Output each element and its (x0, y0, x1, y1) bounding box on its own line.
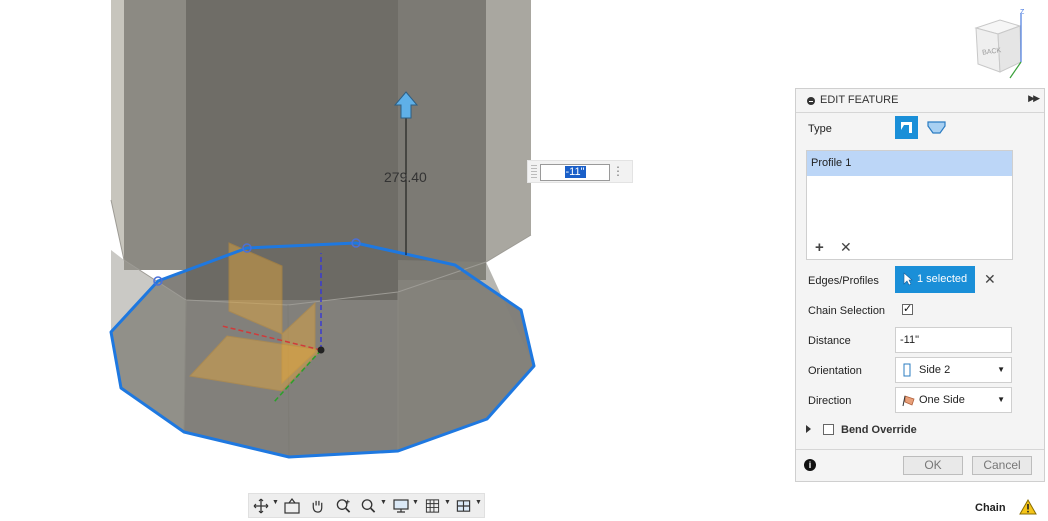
column-face-left (111, 0, 124, 260)
viewports-icon[interactable] (455, 498, 472, 514)
direction-select[interactable]: One Side ▼ (895, 387, 1012, 413)
list-item-profile[interactable]: Profile 1 (807, 151, 1012, 176)
fit-zoom-icon[interactable] (360, 498, 377, 514)
flange-icon (901, 122, 912, 133)
clear-selection-icon[interactable]: ✕ (984, 271, 996, 288)
origin-point (317, 346, 325, 354)
floating-distance-value[interactable]: -11" (564, 166, 586, 178)
more-options-icon[interactable]: ⋮ (612, 164, 624, 179)
status-label: Chain (975, 502, 1006, 514)
cursor-icon (903, 272, 913, 286)
viewcube-axis-label: Z (1020, 9, 1025, 16)
add-icon[interactable]: + (815, 239, 824, 256)
view-cube[interactable]: BACK Z (970, 6, 1032, 82)
dimension-label: 279.40 (384, 169, 427, 185)
chain-selection-label: Chain Selection (808, 305, 886, 317)
warning-icon[interactable] (1019, 499, 1037, 515)
one-side-direction-icon (902, 395, 915, 407)
chevron-down-icon: ▼ (997, 395, 1005, 404)
display-settings-icon[interactable] (392, 498, 410, 514)
chevron-down-icon[interactable]: ▼ (412, 499, 419, 506)
collapse-icon[interactable] (807, 97, 815, 105)
3d-viewport[interactable] (0, 0, 760, 490)
column-face-right (486, 0, 531, 262)
distance-label: Distance (808, 335, 851, 347)
chevron-down-icon[interactable]: ▼ (475, 499, 482, 506)
divider (796, 449, 1044, 450)
extrusion-preview-right (398, 260, 534, 451)
direction-value: One Side (919, 394, 965, 406)
floating-distance-input[interactable]: -11" ⋮ (527, 160, 633, 183)
zoom-icon[interactable] (335, 498, 352, 514)
drag-grip-icon[interactable] (531, 165, 537, 179)
grid-icon[interactable] (424, 498, 441, 514)
contour-flange-icon (927, 121, 946, 134)
remove-icon[interactable]: ✕ (840, 239, 852, 256)
type-flange-button[interactable] (895, 116, 918, 139)
edges-profiles-label: Edges/Profiles (808, 275, 879, 287)
column-face-front-right (398, 0, 486, 280)
floating-distance-field[interactable]: -11" (540, 164, 610, 181)
expand-panel-icon[interactable]: ▶▶ (1028, 93, 1040, 104)
look-at-icon[interactable] (283, 498, 301, 514)
orientation-label: Orientation (808, 365, 862, 377)
type-contour-button[interactable] (925, 116, 948, 139)
pan-hand-icon[interactable] (309, 498, 326, 514)
navigation-toolbar: ▼ ▼ ▼ ▼ ▼ (248, 493, 485, 518)
type-label: Type (808, 123, 832, 135)
orientation-value: Side 2 (919, 364, 951, 376)
chevron-down-icon[interactable]: ▼ (380, 499, 387, 506)
ok-button[interactable]: OK (903, 456, 963, 475)
orbit-icon[interactable] (253, 498, 269, 514)
selected-count: 1 selected (917, 273, 968, 285)
column-face-front-left (124, 0, 186, 270)
viewcube-side-face[interactable] (997, 25, 1022, 73)
panel-title: EDIT FEATURE (820, 94, 899, 106)
orientation-select[interactable]: Side 2 ▼ (895, 357, 1012, 383)
chain-selection-checkbox[interactable] (902, 302, 913, 315)
edges-selection-button[interactable]: 1 selected (895, 266, 975, 293)
panel-header[interactable]: EDIT FEATURE ▶▶ (796, 89, 1044, 113)
profile-list[interactable]: Profile 1 + ✕ (806, 150, 1013, 260)
cancel-button[interactable]: Cancel (972, 456, 1032, 475)
distance-input[interactable]: -11" (895, 327, 1012, 353)
info-icon[interactable]: i (804, 459, 816, 471)
bend-override-checkbox[interactable] (823, 424, 834, 435)
chevron-down-icon: ▼ (997, 365, 1005, 374)
chevron-down-icon[interactable]: ▼ (444, 499, 451, 506)
expand-arrow-icon[interactable] (806, 425, 811, 433)
side-icon (903, 363, 911, 377)
bend-override-label: Bend Override (841, 424, 917, 436)
direction-label: Direction (808, 395, 852, 407)
edit-feature-panel: EDIT FEATURE ▶▶ Type Profile 1 + ✕ Edges… (795, 88, 1045, 482)
chevron-down-icon[interactable]: ▼ (272, 499, 279, 506)
